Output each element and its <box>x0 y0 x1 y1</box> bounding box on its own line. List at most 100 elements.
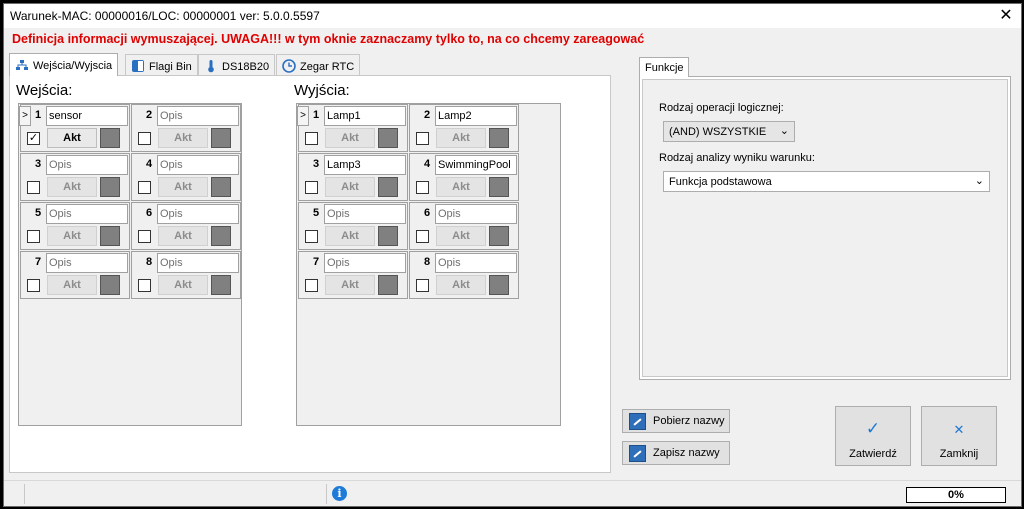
confirm-button[interactable]: ✓ Zatwierdź <box>835 406 911 466</box>
state-indicator <box>489 128 509 148</box>
flag-icon <box>132 60 144 72</box>
tab-ds18b20[interactable]: DS18B20 <box>198 54 276 76</box>
save-names-button[interactable]: Zapisz nazwy <box>622 441 730 465</box>
slot-checkbox[interactable]: ✓ <box>27 132 40 145</box>
slot-name-input[interactable]: Opis <box>324 253 406 273</box>
slot-name-input[interactable]: Lamp3 <box>324 155 406 175</box>
slot-name-input[interactable]: Opis <box>157 204 239 224</box>
inputs-slot-1: >1 sensor ✓ Akt <box>19 104 130 152</box>
slot-name-input[interactable]: Lamp2 <box>435 106 517 126</box>
akt-button[interactable]: Akt <box>436 226 486 246</box>
inputs-slot-4: 4 Opis Akt <box>131 153 241 201</box>
outputs-slot-3: 3 Lamp3 Akt <box>298 153 408 201</box>
analysis-type-value: Funkcja podstawowa <box>669 176 772 188</box>
functions-group: Rodzaj operacji logicznej: (AND) WSZYSTK… <box>642 79 1008 377</box>
akt-button[interactable]: Akt <box>158 128 208 148</box>
status-divider <box>326 484 327 504</box>
slot-checkbox[interactable] <box>138 279 151 292</box>
analysis-type-label: Rodzaj analizy wyniku warunku: <box>659 152 815 164</box>
slot-number: 2 <box>424 109 431 121</box>
outputs-slot-2: 2 Lamp2 Akt <box>409 104 519 152</box>
fetch-names-button[interactable]: Pobierz nazwy <box>622 409 730 433</box>
akt-button[interactable]: Akt <box>47 128 97 148</box>
functions-panel: Rodzaj operacji logicznej: (AND) WSZYSTK… <box>639 76 1011 380</box>
slot-name-input[interactable]: Opis <box>46 155 128 175</box>
akt-button[interactable]: Akt <box>436 128 486 148</box>
state-indicator <box>100 177 120 197</box>
slot-checkbox[interactable] <box>138 230 151 243</box>
tab-functions[interactable]: Funkcje <box>639 57 689 77</box>
row-selector-icon[interactable]: > <box>297 106 309 126</box>
thermometer-icon <box>208 60 214 73</box>
tab-label: Zegar RTC <box>300 61 355 73</box>
slot-checkbox[interactable] <box>27 279 40 292</box>
slot-checkbox[interactable] <box>305 132 318 145</box>
slot-number: 5 <box>313 207 320 219</box>
info-icon[interactable]: i <box>332 486 347 501</box>
state-indicator <box>211 128 231 148</box>
slot-number: 5 <box>35 207 42 219</box>
akt-button[interactable]: Akt <box>158 275 208 295</box>
slot-name-input[interactable]: Opis <box>46 253 128 273</box>
akt-button[interactable]: Akt <box>325 177 375 197</box>
tab-label: Wejścia/Wyjscia <box>33 60 113 72</box>
logic-operation-label: Rodzaj operacji logicznej: <box>659 102 784 114</box>
slot-number: 1 <box>313 109 320 121</box>
slot-name-input[interactable]: Opis <box>157 106 239 126</box>
close-button[interactable]: ✕ Zamknij <box>921 406 997 466</box>
slot-checkbox[interactable] <box>305 230 318 243</box>
slot-number: 4 <box>146 158 153 170</box>
akt-button[interactable]: Akt <box>436 177 486 197</box>
slot-name-input[interactable]: sensor <box>46 106 128 126</box>
slot-name-input[interactable]: Opis <box>46 204 128 224</box>
akt-button[interactable]: Akt <box>325 128 375 148</box>
slot-name-input[interactable]: Opis <box>157 155 239 175</box>
close-icon[interactable]: ✕ <box>991 4 1021 28</box>
akt-button[interactable]: Akt <box>158 177 208 197</box>
analysis-type-select[interactable]: Funkcja podstawowa ⌄ <box>663 171 990 192</box>
logic-operation-select[interactable]: (AND) WSZYSTKIE ⌄ <box>663 121 795 142</box>
slot-checkbox[interactable] <box>27 181 40 194</box>
slot-checkbox[interactable] <box>416 132 429 145</box>
title-bar[interactable]: Warunek-MAC: 00000016/LOC: 00000001 ver:… <box>4 4 1021 28</box>
state-indicator <box>378 177 398 197</box>
akt-button[interactable]: Akt <box>47 226 97 246</box>
akt-button[interactable]: Akt <box>325 275 375 295</box>
state-indicator <box>489 275 509 295</box>
slot-name-input[interactable]: Lamp1 <box>324 106 406 126</box>
slot-name-input[interactable]: SwimmingPool <box>435 155 517 175</box>
state-indicator <box>489 226 509 246</box>
slot-number: 6 <box>146 207 153 219</box>
save-names-label: Zapisz nazwy <box>653 447 720 459</box>
akt-button[interactable]: Akt <box>47 177 97 197</box>
slot-checkbox[interactable] <box>27 230 40 243</box>
slot-checkbox[interactable] <box>305 181 318 194</box>
slot-checkbox[interactable] <box>416 230 429 243</box>
state-indicator <box>378 226 398 246</box>
slot-name-input[interactable]: Opis <box>157 253 239 273</box>
outputs-heading: Wyjścia: <box>294 82 350 99</box>
slot-checkbox[interactable] <box>138 181 151 194</box>
slot-name-input[interactable]: Opis <box>324 204 406 224</box>
akt-button[interactable]: Akt <box>325 226 375 246</box>
state-indicator <box>211 177 231 197</box>
akt-button[interactable]: Akt <box>436 275 486 295</box>
progress-bar: 0% <box>906 487 1006 503</box>
edit-icon <box>629 413 646 430</box>
tab-flags[interactable]: Flagi Bin <box>125 54 198 76</box>
slot-name-input[interactable]: Opis <box>435 204 517 224</box>
outputs-slot-8: 8 Opis Akt <box>409 251 519 299</box>
row-selector-icon[interactable]: > <box>19 106 31 126</box>
slot-number: 7 <box>35 256 42 268</box>
chevron-down-icon: ⌄ <box>779 125 789 137</box>
akt-button[interactable]: Akt <box>158 226 208 246</box>
tab-inputs-outputs[interactable]: Wejścia/Wyjscia <box>9 53 119 76</box>
tab-rtc-clock[interactable]: Zegar RTC <box>276 54 361 76</box>
slot-name-input[interactable]: Opis <box>435 253 517 273</box>
slot-checkbox[interactable] <box>416 279 429 292</box>
slot-checkbox[interactable] <box>416 181 429 194</box>
slot-checkbox[interactable] <box>305 279 318 292</box>
slot-checkbox[interactable] <box>138 132 151 145</box>
state-indicator <box>100 128 120 148</box>
akt-button[interactable]: Akt <box>47 275 97 295</box>
